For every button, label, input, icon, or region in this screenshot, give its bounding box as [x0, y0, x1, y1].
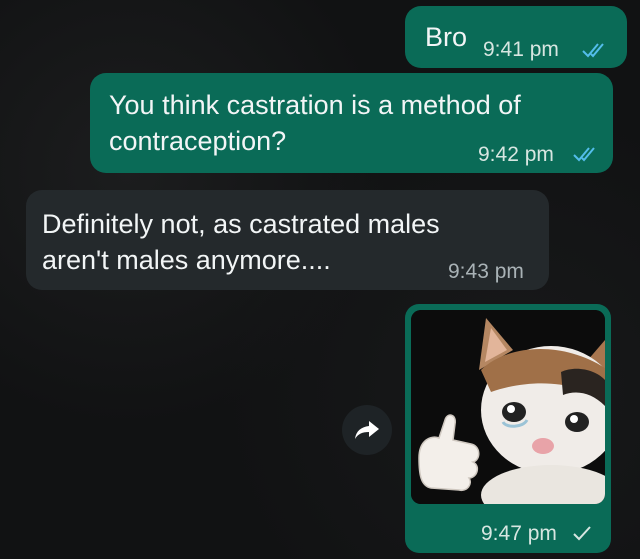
message-text-line: aren't males anymore....	[42, 245, 331, 275]
message-time: 9:42 pm	[478, 143, 554, 166]
forward-button[interactable]	[342, 405, 392, 455]
message-bubble-incoming[interactable]: Definitely not, as castrated males aren'…	[26, 190, 549, 290]
single-check-icon	[573, 526, 591, 541]
crying-cat-thumbs-up-image	[411, 310, 605, 504]
message-time: 9:41 pm	[483, 38, 559, 61]
forward-arrow-icon	[355, 421, 379, 439]
double-check-icon	[573, 147, 595, 162]
message-text: Bro	[425, 22, 468, 52]
message-text-line: Definitely not, as castrated males	[42, 209, 440, 239]
message-bubble-outgoing[interactable]: You think castration is a method of cont…	[90, 73, 613, 173]
image-message-bubble[interactable]: 9:47 pm	[405, 304, 611, 553]
cat-image[interactable]	[411, 310, 605, 504]
message-time: 9:43 pm	[448, 260, 524, 283]
message-bubble-outgoing[interactable]: Bro 9:41 pm	[405, 6, 627, 68]
message-time: 9:47 pm	[481, 522, 557, 545]
message-text-line: contraception?	[109, 126, 287, 156]
double-check-icon	[582, 43, 604, 58]
message-text-line: You think castration is a method of	[109, 90, 521, 120]
